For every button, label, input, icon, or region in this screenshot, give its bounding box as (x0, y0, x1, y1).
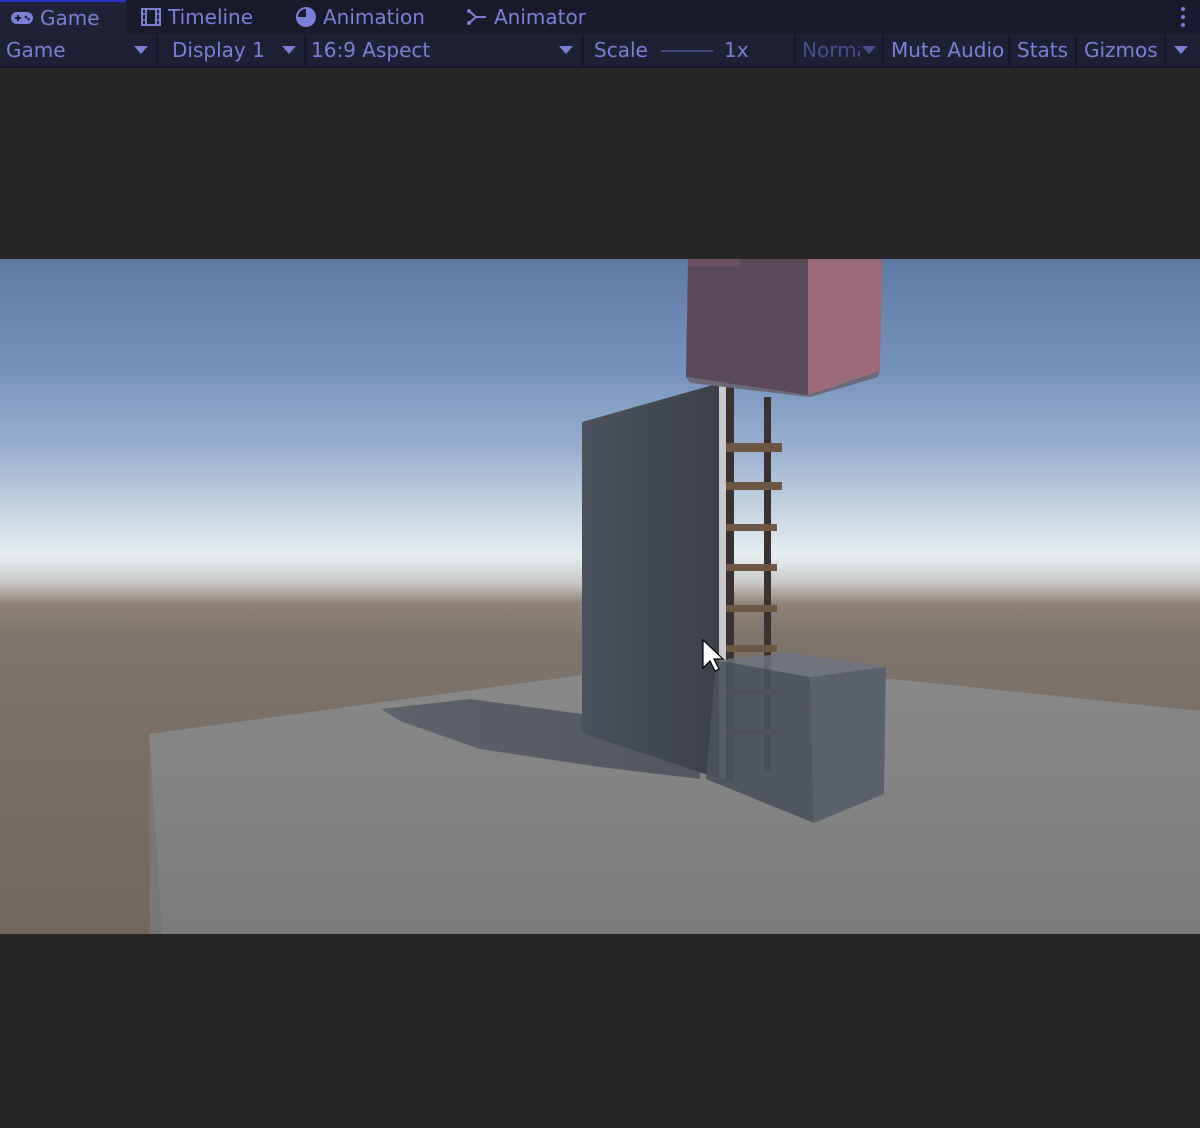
tab-label: Game (40, 6, 100, 30)
animator-branch-icon (466, 7, 488, 27)
gamepad-icon (10, 10, 34, 26)
scale-value: 1x (724, 38, 749, 62)
more-options-icon[interactable] (1180, 7, 1186, 27)
divider (1075, 36, 1077, 66)
chevron-down-icon (282, 46, 296, 54)
stats-button[interactable]: Stats (1017, 34, 1075, 66)
tab-label: Timeline (168, 5, 254, 29)
divider (304, 36, 306, 66)
aspect-label: 16:9 Aspect (311, 38, 431, 62)
play-mode-dropdown[interactable]: Norma (802, 34, 880, 66)
display-label: Display 1 (172, 38, 265, 62)
display-dropdown[interactable]: Display 1 (172, 34, 304, 66)
mute-audio-button[interactable]: Mute Audio (891, 34, 1009, 66)
divider (156, 36, 158, 66)
gizmos-button[interactable]: Gizmos (1084, 34, 1164, 66)
tab-bar: Game Timeline Animation Animator (0, 0, 1200, 34)
view-mode-dropdown[interactable]: Game (6, 34, 156, 66)
divider (794, 36, 796, 66)
film-icon (140, 7, 162, 27)
tab-animator[interactable]: Animator (466, 0, 606, 34)
scene-render (149, 259, 1200, 934)
tab-timeline[interactable]: Timeline (140, 0, 280, 34)
gizmos-menu-dropdown[interactable] (1166, 34, 1196, 66)
chevron-down-icon (134, 46, 148, 54)
game-view-window: Game Timeline Animation Animator Game Di… (0, 0, 1200, 1128)
divider (582, 36, 584, 66)
red-block-front (686, 259, 808, 395)
divider (1008, 36, 1010, 66)
scale-label: Scale (594, 38, 648, 62)
tab-label: Animation (323, 5, 425, 29)
chevron-down-icon (1174, 46, 1188, 54)
tab-animation[interactable]: Animation (295, 0, 445, 34)
clock-icon (295, 6, 317, 28)
game-toolbar: Game Display 1 16:9 Aspect Scale 1x Norm… (0, 34, 1200, 68)
red-block-top-left (688, 259, 740, 267)
tall-wall (582, 383, 720, 779)
chevron-down-icon (559, 46, 573, 54)
play-mode-label: Norma (802, 38, 860, 62)
game-viewport[interactable] (0, 259, 1200, 934)
divider (882, 36, 884, 66)
tab-game[interactable]: Game (0, 0, 126, 34)
view-mode-label: Game (6, 38, 66, 62)
scale-slider[interactable] (661, 50, 713, 52)
tab-label: Animator (494, 5, 586, 29)
chevron-down-icon (862, 46, 876, 54)
aspect-dropdown[interactable]: 16:9 Aspect (311, 34, 581, 66)
